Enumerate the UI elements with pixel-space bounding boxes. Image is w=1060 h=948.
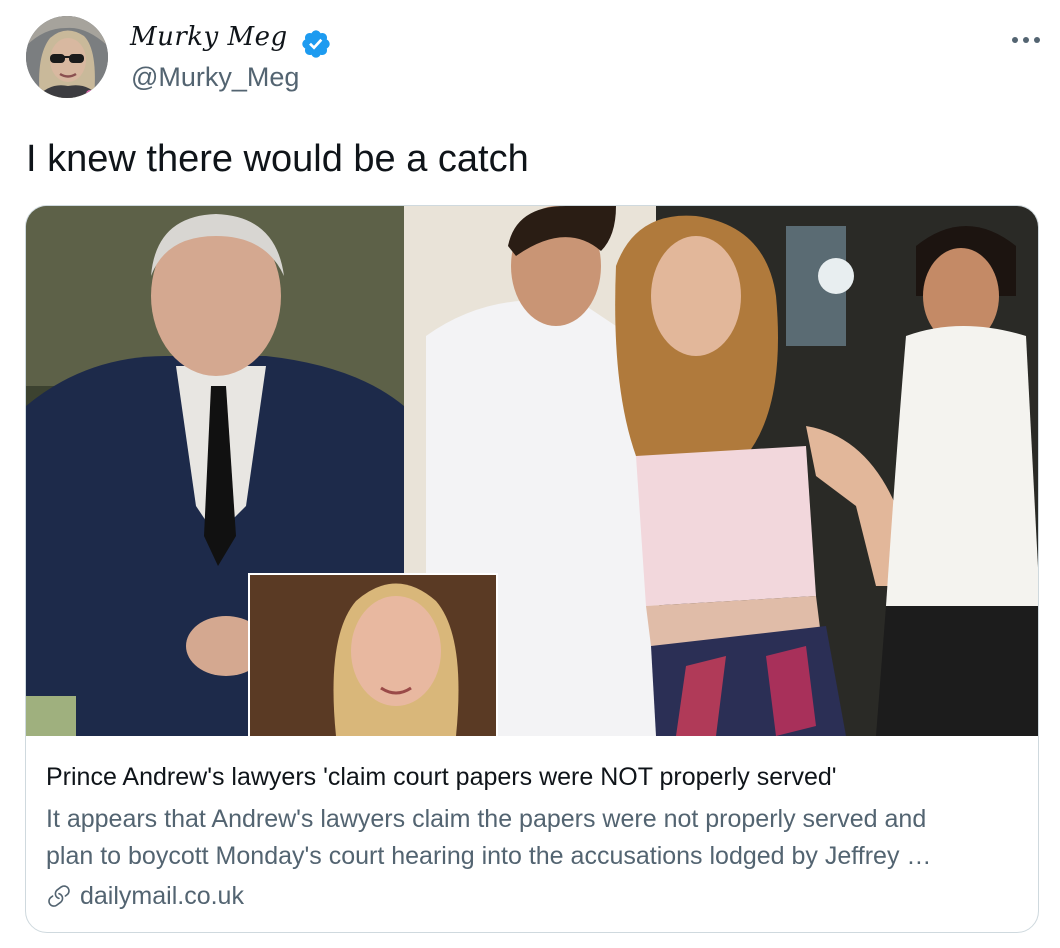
link-card-description-line: plan to boycott Monday's court hearing i… — [46, 842, 932, 870]
link-card-domain-text[interactable]: dailymail.co.uk — [80, 882, 244, 911]
verified-badge-icon — [300, 28, 332, 60]
display-name[interactable]: Murky Meg — [130, 22, 288, 52]
link-card-title[interactable]: Prince Andrew's lawyers 'claim court pap… — [46, 763, 837, 792]
link-icon — [48, 885, 70, 907]
link-card-description-line: It appears that Andrew's lawyers claim t… — [46, 805, 927, 833]
more-options-icon[interactable] — [1010, 30, 1042, 50]
link-card-domain[interactable]: dailymail.co.uk — [46, 878, 244, 914]
link-card[interactable]: Prince Andrew's lawyers 'claim court pap… — [25, 205, 1039, 933]
link-card-image[interactable] — [26, 206, 1038, 736]
tweet-text: I knew there would be a catch — [26, 138, 529, 180]
link-card-description: It appears that Andrew's lawyers claim t… — [46, 801, 1021, 875]
avatar[interactable] — [26, 16, 108, 98]
author-handle[interactable]: @Murky_Meg — [131, 62, 299, 93]
